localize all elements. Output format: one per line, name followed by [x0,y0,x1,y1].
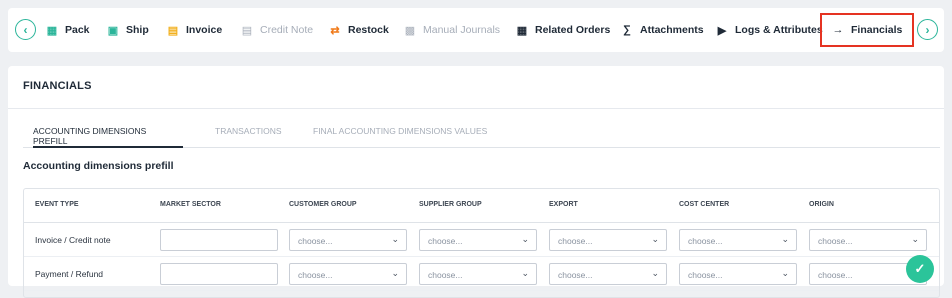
tab-financials-label: Financials [851,24,903,36]
header-supplier-group: SUPPLIER GROUP [419,201,482,208]
export-select[interactable]: choose... ⌄ [549,229,667,251]
tab-manual-journals[interactable]: ▩ Manual Journals [404,8,500,52]
select-value: choose... [298,236,333,246]
tab-invoice-label: Invoice [186,24,223,36]
tab-logs-attributes-label: Logs & Attributes [735,24,823,36]
tag-icon: ▶ [717,24,727,37]
financials-panel: FINANCIALS ACCOUNTING DIMENSIONS PREFILL… [8,66,944,298]
tab-related-orders[interactable]: ▦ Related Orders [516,8,610,52]
pack-icon: ▦ [46,24,58,37]
table-row: Invoice / Credit note choose... ⌄ choose.… [24,223,939,257]
header-origin: ORIGIN [809,201,834,208]
subtab-bar: ACCOUNTING DIMENSIONS PREFILL TRANSACTIO… [23,126,940,148]
credit-note-icon: ▤ [241,24,253,37]
header-export: EXPORT [549,201,578,208]
accounting-dimensions-table: EVENT TYPE MARKET SECTOR CUSTOMER GROUP … [23,188,940,298]
action-toolbar: ‹ ▦ Pack ▣ Ship ▤ Invoice ▤ Credit Note … [8,8,944,52]
market-sector-input[interactable] [160,263,278,285]
chevron-left-icon[interactable]: ‹ [15,19,36,40]
calendar-icon: ▦ [516,24,528,37]
tab-final-accounting-dimensions-values[interactable]: FINAL ACCOUNTING DIMENSIONS VALUES [313,126,487,148]
cost-center-select[interactable]: choose... ⌄ [679,229,797,251]
page-title: FINANCIALS [23,80,92,92]
chevron-down-icon: ⌄ [781,268,789,278]
origin-select[interactable]: choose... ⌄ [809,229,927,251]
tab-pack[interactable]: ▦ Pack [46,8,90,52]
select-value: choose... [428,236,463,246]
chevron-down-icon: ⌄ [781,234,789,244]
header-customer-group: CUSTOMER GROUP [289,201,357,208]
tab-financials[interactable]: → Financials [820,13,915,47]
select-value: choose... [688,236,723,246]
supplier-group-select[interactable]: choose... ⌄ [419,263,537,285]
chevron-down-icon: ⌄ [911,234,919,244]
table-row: Payment / Refund choose... ⌄ choose... ⌄ c… [24,257,939,291]
tab-logs-attributes[interactable]: ▶ Logs & Attributes [716,8,823,52]
tab-transactions[interactable]: TRANSACTIONS [215,126,282,148]
cost-center-select[interactable]: choose... ⌄ [679,263,797,285]
divider [8,108,944,109]
tab-attachments[interactable]: ∑ Attachments [621,8,704,52]
header-event-type: EVENT TYPE [35,201,79,208]
tab-ship-label: Ship [126,24,149,36]
journal-icon: ▩ [404,24,416,37]
restock-icon: ⇄ [330,24,340,37]
tab-restock-label: Restock [348,24,389,36]
header-market-sector: MARKET SECTOR [160,201,221,208]
market-sector-input[interactable] [160,229,278,251]
tab-ship[interactable]: ▣ Ship [107,8,149,52]
chevron-down-icon: ⌄ [391,268,399,278]
export-select[interactable]: choose... ⌄ [549,263,667,285]
tab-manual-journals-label: Manual Journals [423,24,501,36]
tab-credit-note-label: Credit Note [260,24,314,36]
customer-group-select[interactable]: choose... ⌄ [289,263,407,285]
chevron-down-icon: ⌄ [651,268,659,278]
event-type-cell: Payment / Refund [35,269,104,279]
chevron-down-icon: ⌄ [521,234,529,244]
chevron-down-icon: ⌄ [651,234,659,244]
ship-icon: ▣ [107,24,119,37]
supplier-group-select[interactable]: choose... ⌄ [419,229,537,251]
tab-accounting-dimensions-prefill[interactable]: ACCOUNTING DIMENSIONS PREFILL [33,126,183,148]
tab-related-orders-label: Related Orders [535,24,611,36]
tab-invoice[interactable]: ▤ Invoice [167,8,222,52]
tab-credit-note[interactable]: ▤ Credit Note [241,8,313,52]
arrow-right-icon: → [832,24,844,36]
event-type-cell: Invoice / Credit note [35,235,111,245]
tab-attachments-label: Attachments [640,24,704,36]
check-icon: ✓ [914,261,926,276]
tab-restock[interactable]: ⇄ Restock [329,8,389,52]
select-value: choose... [558,236,593,246]
tab-pack-label: Pack [65,24,90,36]
select-value: choose... [818,236,853,246]
header-cost-center: COST CENTER [679,201,730,208]
chevron-down-icon: ⌄ [391,234,399,244]
invoice-icon: ▤ [167,24,179,37]
section-title: Accounting dimensions prefill [23,160,174,172]
chevron-down-icon: ⌄ [521,268,529,278]
customer-group-select[interactable]: choose... ⌄ [289,229,407,251]
chevron-right-icon[interactable]: › [917,19,938,40]
paperclip-icon: ∑ [623,24,631,36]
table-header: EVENT TYPE MARKET SECTOR CUSTOMER GROUP … [24,189,939,223]
